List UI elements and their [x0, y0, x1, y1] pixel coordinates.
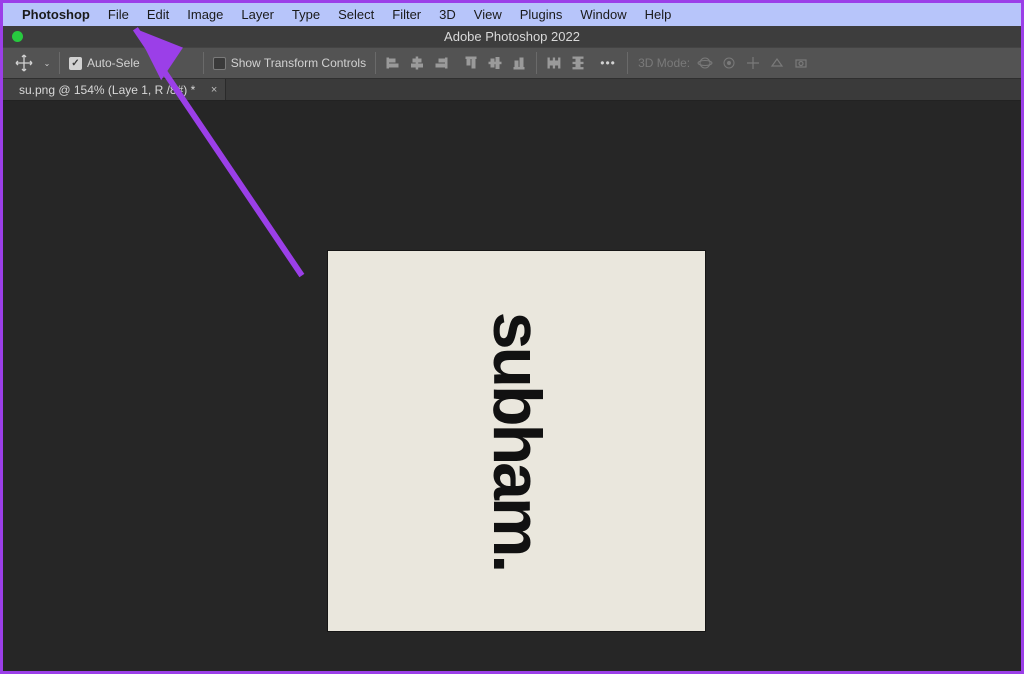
show-transform-checkbox[interactable]: Show Transform Controls	[210, 56, 369, 70]
divider	[59, 52, 60, 74]
menu-layer[interactable]: Layer	[232, 7, 283, 22]
align-left-icon[interactable]	[382, 52, 404, 74]
divider	[536, 52, 537, 74]
menu-type[interactable]: Type	[283, 7, 329, 22]
document-tab-bar: su.png @ 154% (Laye 1, R /8#) * ×	[3, 79, 1021, 101]
app-window: Photoshop File Edit Image Layer Type Sel…	[0, 0, 1024, 674]
move-tool-icon[interactable]	[9, 51, 39, 75]
mode3d-icons-group	[696, 54, 810, 72]
align-hcenter-icon[interactable]	[406, 52, 428, 74]
divider	[627, 52, 628, 74]
window-titlebar: Adobe Photoshop 2022	[3, 26, 1021, 47]
more-options-button[interactable]: •••	[595, 52, 621, 74]
menu-help[interactable]: Help	[636, 7, 681, 22]
align-bottom-icon[interactable]	[508, 52, 530, 74]
menubar-app-name[interactable]: Photoshop	[13, 7, 99, 22]
close-tab-icon[interactable]: ×	[211, 84, 217, 96]
distribute-buttons-group	[543, 52, 589, 74]
tool-dropdown-icon[interactable]: ⌄	[41, 59, 53, 68]
pan-3d-icon[interactable]	[744, 54, 762, 72]
artboard[interactable]: subham.	[328, 251, 705, 631]
menu-file[interactable]: File	[99, 7, 138, 22]
mode3d-label: 3D Mode:	[634, 56, 690, 70]
menu-3d[interactable]: 3D	[430, 7, 465, 22]
menu-view[interactable]: View	[465, 7, 511, 22]
menu-window[interactable]: Window	[571, 7, 635, 22]
align-right-icon[interactable]	[430, 52, 452, 74]
auto-select-label: Auto-Sele	[87, 56, 140, 70]
traffic-green-icon[interactable]	[12, 31, 23, 42]
slide-3d-icon[interactable]	[768, 54, 786, 72]
distribute-v-icon[interactable]	[567, 52, 589, 74]
distribute-h-icon[interactable]	[543, 52, 565, 74]
options-bar: ⌄ ✓ Auto-Sele Show Transform Controls	[3, 47, 1021, 79]
menu-plugins[interactable]: Plugins	[511, 7, 572, 22]
menu-image[interactable]: Image	[178, 7, 232, 22]
traffic-lights	[3, 31, 23, 42]
rotate-3d-icon[interactable]	[720, 54, 738, 72]
align-vcenter-icon[interactable]	[484, 52, 506, 74]
document-tab-label: su.png @ 154% (Laye 1, R /8#) *	[19, 83, 195, 97]
divider	[375, 52, 376, 74]
show-transform-label: Show Transform Controls	[231, 56, 366, 70]
divider	[203, 52, 204, 74]
orbit-3d-icon[interactable]	[696, 54, 714, 72]
checkbox-unchecked-icon	[213, 57, 226, 70]
align-top-icon[interactable]	[460, 52, 482, 74]
menu-filter[interactable]: Filter	[383, 7, 430, 22]
scale-3d-icon[interactable]	[792, 54, 810, 72]
canvas-area[interactable]: subham.	[3, 101, 1021, 671]
menu-edit[interactable]: Edit	[138, 7, 178, 22]
align-buttons-group	[382, 52, 530, 74]
checkbox-checked-icon: ✓	[69, 57, 82, 70]
document-tab[interactable]: su.png @ 154% (Laye 1, R /8#) * ×	[3, 79, 226, 100]
auto-select-checkbox[interactable]: ✓ Auto-Sele	[66, 56, 143, 70]
artboard-text: subham.	[478, 312, 556, 571]
window-title: Adobe Photoshop 2022	[3, 29, 1021, 44]
menu-select[interactable]: Select	[329, 7, 383, 22]
mac-menubar: Photoshop File Edit Image Layer Type Sel…	[3, 3, 1021, 26]
